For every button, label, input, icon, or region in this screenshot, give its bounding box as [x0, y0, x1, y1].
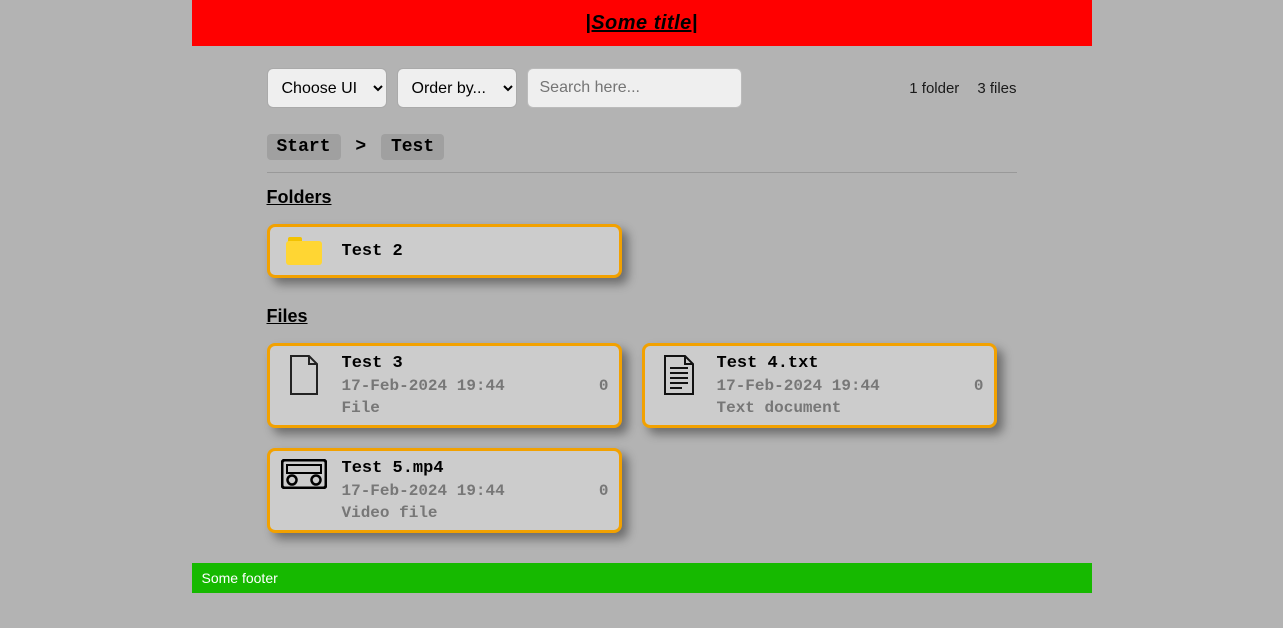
- folder-card[interactable]: Test 2: [267, 224, 622, 278]
- file-card[interactable]: Test 4.txt 17-Feb-2024 19:44 0 Text docu…: [642, 343, 997, 428]
- file-type: Video file: [342, 504, 609, 522]
- file-text-icon: [655, 354, 703, 396]
- folders-grid: Test 2: [267, 224, 1017, 278]
- breadcrumb-item-start[interactable]: Start: [267, 134, 341, 160]
- search-input[interactable]: [527, 68, 742, 108]
- file-card[interactable]: Test 5.mp4 17-Feb-2024 19:44 0 Video fil…: [267, 448, 622, 533]
- folder-icon: [280, 237, 328, 265]
- folder-count: 1 folder: [909, 80, 959, 97]
- page-title: |Some title|: [585, 12, 698, 35]
- footer-bar: Some footer: [192, 563, 1092, 593]
- breadcrumb-separator: >: [355, 137, 366, 157]
- file-name: Test 5.mp4: [342, 459, 609, 478]
- footer-text: Some footer: [202, 570, 278, 586]
- file-date: 17-Feb-2024 19:44: [717, 377, 880, 395]
- counts: 1 folder 3 files: [909, 80, 1016, 97]
- file-count: 3 files: [977, 80, 1016, 97]
- folder-name: Test 2: [342, 242, 609, 261]
- divider: [267, 172, 1017, 173]
- files-heading: Files: [267, 306, 1017, 327]
- choose-ui-select[interactable]: Choose UI: [267, 68, 387, 108]
- file-size: 0: [599, 377, 609, 395]
- order-by-select[interactable]: Order by...: [397, 68, 517, 108]
- file-size: 0: [974, 377, 984, 395]
- file-date: 17-Feb-2024 19:44: [342, 377, 505, 395]
- file-card[interactable]: Test 3 17-Feb-2024 19:44 0 File: [267, 343, 622, 428]
- file-type: Text document: [717, 399, 984, 417]
- toolbar: Choose UI Order by... 1 folder 3 files: [267, 68, 1017, 108]
- file-name: Test 4.txt: [717, 354, 984, 373]
- folders-heading: Folders: [267, 187, 1017, 208]
- file-type: File: [342, 399, 609, 417]
- file-generic-icon: [280, 354, 328, 396]
- file-video-icon: [280, 459, 328, 489]
- file-date: 17-Feb-2024 19:44: [342, 482, 505, 500]
- main-container: Choose UI Order by... 1 folder 3 files S…: [267, 68, 1017, 533]
- breadcrumb-item-current[interactable]: Test: [381, 134, 444, 160]
- breadcrumb: Start > Test: [267, 134, 1017, 160]
- files-grid: Test 3 17-Feb-2024 19:44 0 File Test 4.t…: [267, 343, 1017, 533]
- file-name: Test 3: [342, 354, 609, 373]
- header-bar: |Some title|: [192, 0, 1092, 46]
- file-size: 0: [599, 482, 609, 500]
